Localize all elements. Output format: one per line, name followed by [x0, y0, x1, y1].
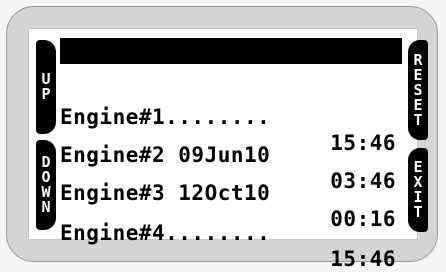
engine-time: 15:46: [330, 247, 396, 271]
reset-button[interactable]: R E S E T: [408, 40, 428, 140]
engine-name: Engine#4........: [60, 221, 271, 245]
engine-row[interactable]: Engine#2 09Jun10 03:46: [60, 116, 396, 193]
down-button-letter: N: [41, 198, 51, 216]
down-button[interactable]: D O W N: [36, 140, 56, 230]
exit-button-letter: T: [413, 203, 423, 221]
reset-button-letter: T: [413, 110, 423, 129]
up-button-letter: P: [41, 85, 51, 103]
up-button[interactable]: U P: [36, 40, 56, 134]
engine-row[interactable]: Engine#4........ 15:46: [60, 194, 396, 271]
engine-row[interactable]: Engine#3 12Oct10 00:16: [60, 154, 396, 231]
engine-row[interactable]: Engine#1........ 15:46: [60, 78, 396, 155]
exit-button[interactable]: E X I T: [408, 148, 428, 232]
partial-odometer-row: Partial Odo.....km 7654: [60, 38, 402, 115]
